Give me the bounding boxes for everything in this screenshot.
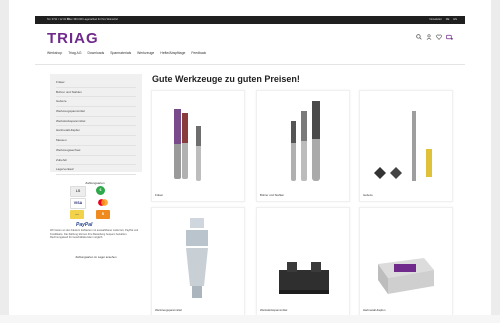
product-card-fraeser[interactable]: Fräser — [151, 90, 245, 202]
product-card-gebeze[interactable]: Gebeze — [359, 90, 453, 202]
product-card-werkzeugspannmittel[interactable]: Werkzeugspannmittel — [151, 207, 245, 317]
product-label: Fräser — [155, 193, 164, 197]
topbar-link-newsletter[interactable]: Newsletter — [430, 16, 442, 24]
visa-logo: VISA — [70, 198, 86, 209]
payment-description: Wir bieten an den Käufern Zahlarten mit … — [50, 229, 139, 240]
category-item-werkzeugspannmittel[interactable]: Werkzeugspannmittel — [56, 107, 136, 117]
nav-item-werkzeuge[interactable]: Werkzeuge — [137, 51, 154, 55]
topbar-links: Newsletter DE EN — [430, 16, 457, 24]
topbar-link-en[interactable]: EN — [453, 16, 457, 24]
product-image-werkzeugspannmittel — [186, 218, 208, 298]
window-frame-right — [491, 0, 500, 323]
product-image-fraeser — [174, 109, 201, 181]
product-card-bohrer[interactable]: Bohrer und Stahlen — [256, 90, 350, 202]
header-divider — [35, 64, 465, 65]
product-image-hartmetall — [378, 258, 434, 294]
product-label: Gebeze — [363, 193, 373, 197]
search-icon[interactable] — [416, 34, 422, 42]
payment-title: Zahlungsarten — [85, 181, 105, 185]
product-image-werkstueckspannmittel — [279, 262, 329, 294]
main-navigation: Werkshop Triag AG Downloads Sparmaterial… — [47, 51, 206, 55]
window-frame-left — [0, 0, 9, 323]
product-image-gebeze — [374, 111, 432, 181]
category-item-gebeze[interactable]: Gebeze — [56, 97, 136, 108]
category-list: Fräser Bohrer und Stahlen Gebeze Werkzeu… — [50, 74, 142, 175]
category-item-hartmetall[interactable]: Hartmetall-Zapfen — [56, 126, 136, 137]
category-item-zubehoer[interactable]: Zubehör — [56, 156, 136, 166]
product-label: Werkstückspannmittel — [260, 308, 288, 312]
sofort-logo: S — [96, 210, 110, 219]
nav-item-sparmaterials[interactable]: Sparmaterials — [110, 51, 131, 55]
bar-logo: € — [96, 186, 105, 195]
site-logo[interactable]: TRIAG — [47, 30, 99, 47]
category-item-werkstueckspannmittel[interactable]: Werkstückspannmittel — [56, 117, 136, 127]
page-title: Gute Werkzeuge zu guten Preisen! — [152, 74, 300, 84]
site-header: TRIAG Werkshop Triag AG Downloads Sparma… — [35, 24, 465, 64]
category-item-lagerverkauf[interactable]: Lagerverkauf — [56, 165, 136, 175]
header-icons — [416, 34, 453, 42]
topbar-promo: Über 360.000 Lagerartikel für Ihre Wünsc… — [67, 18, 119, 21]
nav-item-triag-ag[interactable]: Triag AG — [68, 51, 81, 55]
product-card-werkstueckspannmittel[interactable]: Werkstückspannmittel — [256, 207, 350, 317]
nav-item-hefte[interactable]: Hefte/Abspftiage — [160, 51, 185, 55]
rechnung-logo: — — [70, 210, 84, 219]
cart-icon[interactable] — [446, 34, 453, 42]
product-label: Bohrer und Stahlen — [260, 193, 285, 197]
category-item-messen[interactable]: Messen — [56, 136, 136, 146]
category-item-bohrer[interactable]: Bohrer und Stahlen — [56, 88, 136, 98]
heart-icon[interactable] — [436, 34, 442, 42]
page-footer-edge — [0, 315, 500, 323]
category-item-fraeser[interactable]: Fräser — [56, 78, 136, 88]
payment-link[interactable]: Zahlungsarten im Lager ansehen — [58, 255, 134, 259]
top-bar: Tel. 0711 / 12 34 56 Über 360.000 Lagera… — [35, 16, 465, 24]
category-item-werkzeugwechsel[interactable]: Werkzeugwechsel — [56, 146, 136, 156]
product-label: Werkzeugspannmittel — [155, 308, 182, 312]
product-label: Hartmetall-Zapfen — [363, 308, 386, 312]
category-sidebar: Fräser Bohrer und Stahlen Gebeze Werkzeu… — [50, 74, 142, 175]
paypal-logo: PayPal — [76, 222, 93, 228]
nav-item-werkshop[interactable]: Werkshop — [47, 51, 62, 55]
product-image-bohrer — [291, 101, 320, 181]
user-icon[interactable] — [426, 34, 432, 42]
mastercard-logo — [96, 198, 110, 207]
nav-item-downloads[interactable]: Downloads — [87, 51, 104, 55]
topbar-link-de[interactable]: DE — [446, 16, 450, 24]
product-card-hartmetall[interactable]: Hartmetall-Zapfen — [359, 207, 453, 317]
lastschrift-logo: LS — [70, 186, 86, 197]
nav-item-feedback[interactable]: Feedback — [191, 51, 206, 55]
